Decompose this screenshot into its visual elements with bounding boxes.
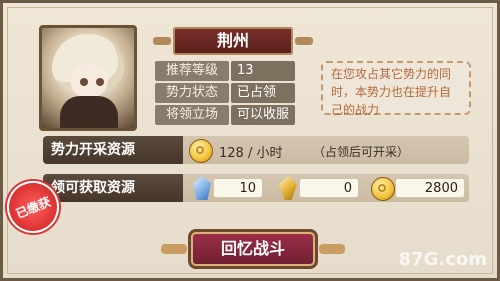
watermark: 87G.com: [398, 249, 487, 270]
info-label: 推荐等级: [155, 61, 229, 81]
gold-coin-icon: [371, 177, 395, 201]
power-resources-header: 势力开采资源: [43, 136, 183, 164]
tip-note: 在您攻占其它势力的同时，本势力也在提升自己的战力: [321, 61, 471, 117]
obtainable-resources-header: 领可获取资源: [43, 174, 183, 202]
power-rate: 128 / 小时: [219, 146, 283, 161]
recall-battle-label: 回忆战斗: [220, 239, 285, 258]
city-info-panel: 荆州 推荐等级 13 势力状态 已占领 将领立场 可以收服 在您攻占其它势力的同…: [0, 0, 500, 281]
info-label: 势力状态: [155, 83, 229, 103]
info-label: 将领立场: [155, 105, 229, 125]
portrait-body: [60, 96, 118, 128]
city-name-plate: 荆州: [153, 27, 313, 55]
gold-coin-icon: [189, 139, 213, 163]
portrait-eye-right: [96, 78, 104, 86]
info-value: 13: [231, 61, 295, 81]
info-value: 可以收服: [231, 105, 295, 125]
general-portrait: [39, 25, 137, 131]
captured-stamp-label: 已缴获: [13, 194, 53, 221]
resource-value: 2800: [395, 178, 465, 198]
recall-battle-button[interactable]: 回忆战斗: [161, 232, 345, 266]
resource-value: 0: [299, 178, 359, 198]
city-name: 荆州: [216, 31, 249, 50]
resource-value: 10: [213, 178, 263, 198]
power-note: （占领后可开采）: [313, 145, 410, 159]
obtainable-resources-section: 领可获取资源 10 0 2800: [43, 174, 469, 202]
blue-crystal-icon: [193, 176, 211, 200]
gold-gem-icon: [279, 176, 297, 200]
info-value: 已占领: [231, 83, 295, 103]
portrait-eye-left: [80, 78, 88, 86]
power-resources-section: 势力开采资源 128 / 小时 （占领后可开采）: [43, 136, 469, 164]
